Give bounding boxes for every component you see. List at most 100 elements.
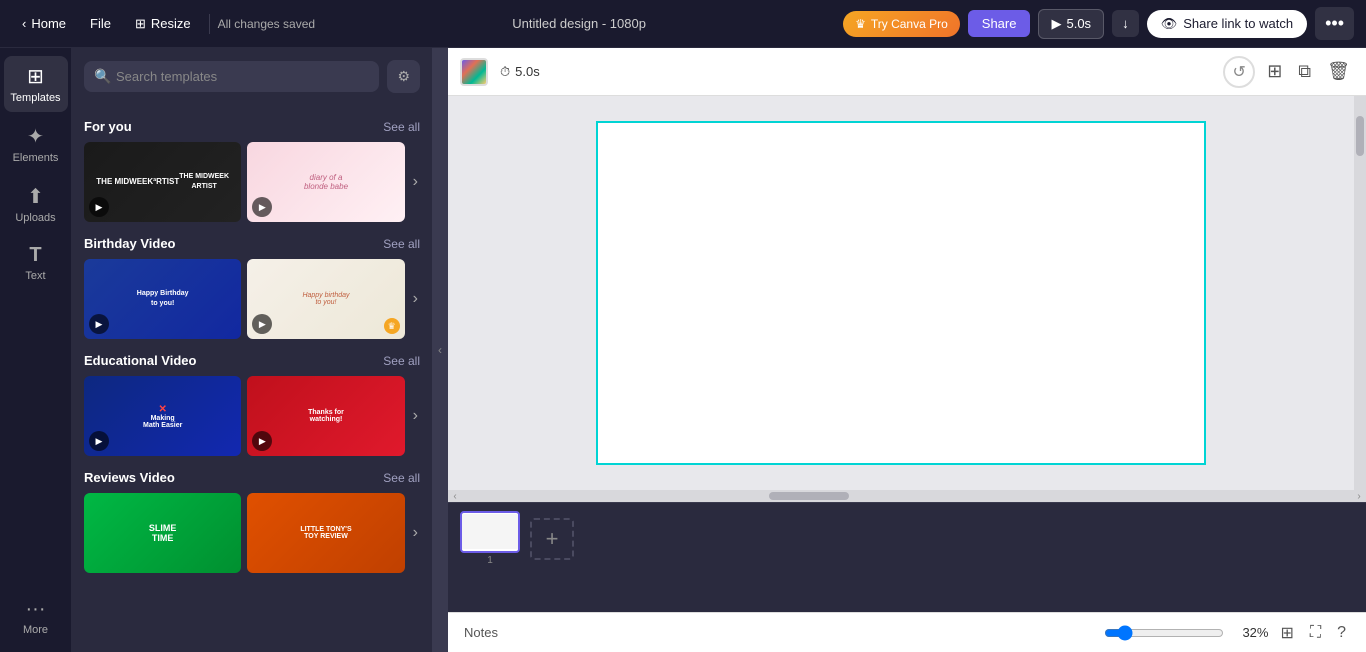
zoom-percent: 32% <box>1232 625 1268 640</box>
save-status: All changes saved <box>218 17 315 31</box>
templates-icon: ⊞ <box>27 64 44 89</box>
more-icon: ··· <box>26 598 46 621</box>
grid-view-button[interactable]: ⊞ <box>1276 619 1297 647</box>
canvas-area: ⏱ 5.0s ↺ ⊞ ⧉ 🗑 ‹ › <box>448 48 1366 652</box>
for-you-title: For you <box>84 119 132 134</box>
for-you-see-all[interactable]: See all <box>383 120 420 134</box>
birthday-next[interactable]: › <box>411 259 420 339</box>
panel-search: 🔍 ⚙ <box>72 48 432 105</box>
share-button[interactable]: Share <box>968 10 1031 37</box>
time-display: ⏱ 5.0s <box>500 64 540 80</box>
text-icon: T <box>29 244 41 267</box>
educational-see-all[interactable]: See all <box>383 354 420 368</box>
nav-divider <box>209 14 210 34</box>
template-midweek[interactable]: THE MIDWEEKARTIST ▶ <box>84 142 241 222</box>
play-badge-3: ▶ <box>89 314 109 334</box>
birthday-row: Happy Birthdayto you! ▶ Happy birthdayto… <box>84 259 420 339</box>
template-rev2[interactable]: LITTLE TONY'STOY REVIEW <box>247 493 404 573</box>
eye-icon: 👁 <box>1161 16 1178 32</box>
crown-icon: ♛ <box>855 17 866 31</box>
page-thumb-inner <box>462 514 518 549</box>
copy-page-button[interactable]: ⧉ <box>1294 57 1315 86</box>
rev2-art: LITTLE TONY'STOY REVIEW <box>247 493 404 573</box>
share-link-watch-button[interactable]: 👁 Share link to watch <box>1147 10 1307 38</box>
page-1-thumb[interactable] <box>460 511 520 553</box>
canvas-frame <box>596 121 1206 465</box>
refresh-button[interactable]: ↺ <box>1223 56 1255 88</box>
add-page-toolbar-button[interactable]: ⊞ <box>1263 57 1286 86</box>
reviews-row: SLIMETIME LITTLE TONY'STOY REVIEW › <box>84 493 420 573</box>
more-options-button[interactable]: ••• <box>1315 7 1354 40</box>
canvas-scroll-area[interactable] <box>448 96 1354 490</box>
educational-row: ✕ MakingMath Easier ▶ Thanks forwatching… <box>84 376 420 456</box>
section-for-you-header: For you See all <box>84 119 420 134</box>
fullscreen-button[interactable]: ⛶ <box>1306 620 1325 646</box>
reviews-next[interactable]: › <box>411 493 420 573</box>
download-icon: ↓ <box>1122 16 1129 31</box>
help-button[interactable]: ? <box>1333 620 1350 646</box>
play-icon: ▶ <box>1051 16 1061 32</box>
sidebar-item-templates[interactable]: ⊞ Templates <box>4 56 68 112</box>
add-page-button[interactable]: + <box>530 518 574 560</box>
reviews-see-all[interactable]: See all <box>383 471 420 485</box>
notes-label: Notes <box>464 625 498 640</box>
reviews-title: Reviews Video <box>84 470 175 485</box>
rev1-art: SLIMETIME <box>84 493 241 573</box>
topnav-left: ‹ Home File ⊞ Resize All changes saved <box>12 11 315 37</box>
sidebar-item-elements[interactable]: ✦ Elements <box>4 116 68 172</box>
topnav-right: ♛ Try Canva Pro Share ▶ 5.0s ↓ 👁 Share l… <box>843 7 1354 40</box>
for-you-next[interactable]: › <box>411 142 420 222</box>
home-button[interactable]: ‹ Home <box>12 11 76 36</box>
section-birthday-header: Birthday Video See all <box>84 236 420 251</box>
play-badge: ▶ <box>89 197 109 217</box>
search-input[interactable] <box>84 61 379 92</box>
for-you-row: THE MIDWEEKARTIST ▶ diary of ablonde bab… <box>84 142 420 222</box>
timer-icon: ⏱ <box>500 64 510 80</box>
delete-page-button[interactable]: 🗑 <box>1323 57 1354 86</box>
elements-icon: ✦ <box>27 124 44 149</box>
topnav: ‹ Home File ⊞ Resize All changes saved U… <box>0 0 1366 48</box>
filter-button[interactable]: ⚙ <box>387 60 420 93</box>
bottom-scroll-thumb <box>769 492 849 500</box>
play-button[interactable]: ▶ 5.0s <box>1038 9 1104 39</box>
filter-icon: ⚙ <box>397 68 410 84</box>
resize-icon: ⊞ <box>135 16 146 32</box>
section-educational-header: Educational Video See all <box>84 353 420 368</box>
sidebar: ⊞ Templates ✦ Elements ⬆ Uploads T Text … <box>0 48 72 652</box>
birthday-title: Birthday Video <box>84 236 176 251</box>
color-swatch[interactable] <box>460 58 488 86</box>
scroll-left-button[interactable]: ‹ <box>448 490 462 502</box>
birthday-see-all[interactable]: See all <box>383 237 420 251</box>
timeline-pages: 1 + <box>448 503 1366 574</box>
zoom-slider[interactable] <box>1104 625 1224 641</box>
download-button[interactable]: ↓ <box>1112 10 1139 37</box>
sidebar-item-text[interactable]: T Text <box>4 236 68 290</box>
canvas-toolbar-right: ↺ ⊞ ⧉ 🗑 <box>1223 56 1354 88</box>
right-scrollbar[interactable] <box>1354 96 1366 490</box>
sidebar-item-uploads[interactable]: ⬆ Uploads <box>4 176 68 232</box>
bottom-scrollbar[interactable]: ‹ › <box>448 490 1366 502</box>
template-edu2[interactable]: Thanks forwatching! ▶ <box>247 376 404 456</box>
resize-button[interactable]: ⊞ Resize <box>125 11 201 37</box>
try-pro-button[interactable]: ♛ Try Canva Pro <box>843 11 960 37</box>
template-bday2[interactable]: Happy birthdayto you! ▶ ♛ <box>247 259 404 339</box>
educational-title: Educational Video <box>84 353 196 368</box>
scroll-right-button[interactable]: › <box>1352 490 1366 502</box>
panel-content: For you See all THE MIDWEEKARTIST ▶ diar… <box>72 105 432 652</box>
bottom-right: 32% ⊞ ⛶ ? <box>1104 619 1350 647</box>
search-icon: 🔍 <box>94 68 111 85</box>
canvas-scroll-wrapper <box>448 96 1366 490</box>
main-area: ⊞ Templates ✦ Elements ⬆ Uploads T Text … <box>0 48 1366 652</box>
template-edu1[interactable]: ✕ MakingMath Easier ▶ <box>84 376 241 456</box>
template-rev1[interactable]: SLIMETIME <box>84 493 241 573</box>
page-1-number: 1 <box>487 555 493 566</box>
sidebar-item-more[interactable]: ··· More <box>4 590 68 644</box>
panel-collapse-handle[interactable]: ‹ <box>432 48 448 652</box>
topnav-center: Untitled design - 1080p <box>323 16 835 31</box>
chevron-left-icon: ‹ <box>22 16 26 31</box>
template-bday1[interactable]: Happy Birthdayto you! ▶ <box>84 259 241 339</box>
bottom-bar: Notes 32% ⊞ ⛶ ? <box>448 612 1366 652</box>
educational-next[interactable]: › <box>411 376 420 456</box>
template-diary[interactable]: diary of ablonde babe ▶ <box>247 142 404 222</box>
file-button[interactable]: File <box>80 11 121 36</box>
